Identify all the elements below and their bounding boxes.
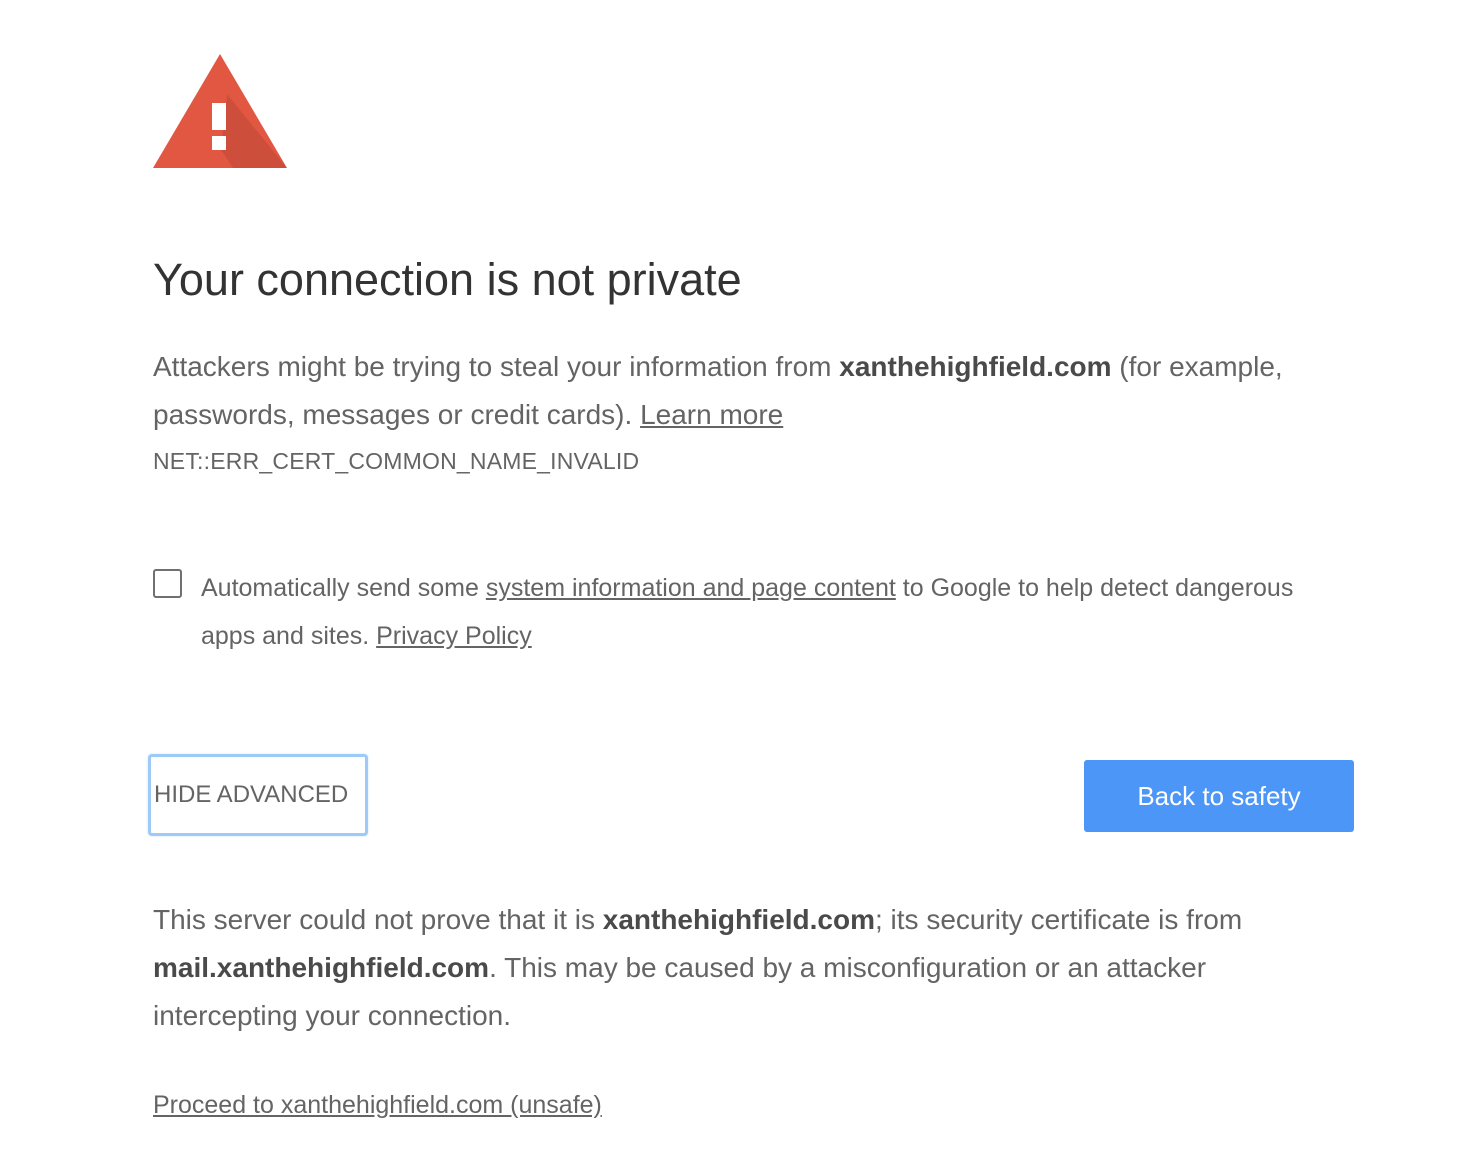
explanation-part2: ; its security certificate is from — [875, 904, 1243, 935]
privacy-policy-link[interactable]: Privacy Policy — [376, 622, 532, 650]
explanation-cert-domain: mail.xanthehighfield.com — [153, 952, 490, 983]
intro-before: Attackers might be trying to steal your … — [153, 351, 840, 382]
intro-text: Attackers might be trying to steal your … — [153, 343, 1313, 439]
proceed-unsafe-link[interactable]: Proceed to xanthehighfield.com (unsafe) — [153, 1091, 602, 1119]
intro-domain: xanthehighfield.com — [839, 351, 1112, 382]
explanation-domain: xanthehighfield.com — [602, 904, 875, 935]
proceed-paragraph: Proceed to xanthehighfield.com (unsafe) — [153, 1088, 602, 1122]
error-code: NET::ERR_CERT_COMMON_NAME_INVALID — [153, 448, 640, 474]
back-to-safety-button[interactable]: Back to safety — [1084, 760, 1354, 832]
system-info-link[interactable]: system information and page content — [486, 574, 896, 602]
explanation-part1: This server could not prove that it is — [153, 904, 603, 935]
explanation-text: This server could not prove that it is x… — [153, 896, 1323, 1040]
optin-text: Automatically send some system informati… — [201, 564, 1301, 660]
warning-triangle-icon — [153, 54, 287, 168]
learn-more-link[interactable]: Learn more — [640, 399, 783, 430]
page-title: Your connection is not private — [153, 254, 742, 305]
send-info-checkbox[interactable] — [153, 569, 182, 598]
optin-before: Automatically send some — [201, 574, 486, 602]
hide-advanced-button[interactable]: HIDE ADVANCED — [148, 754, 368, 836]
